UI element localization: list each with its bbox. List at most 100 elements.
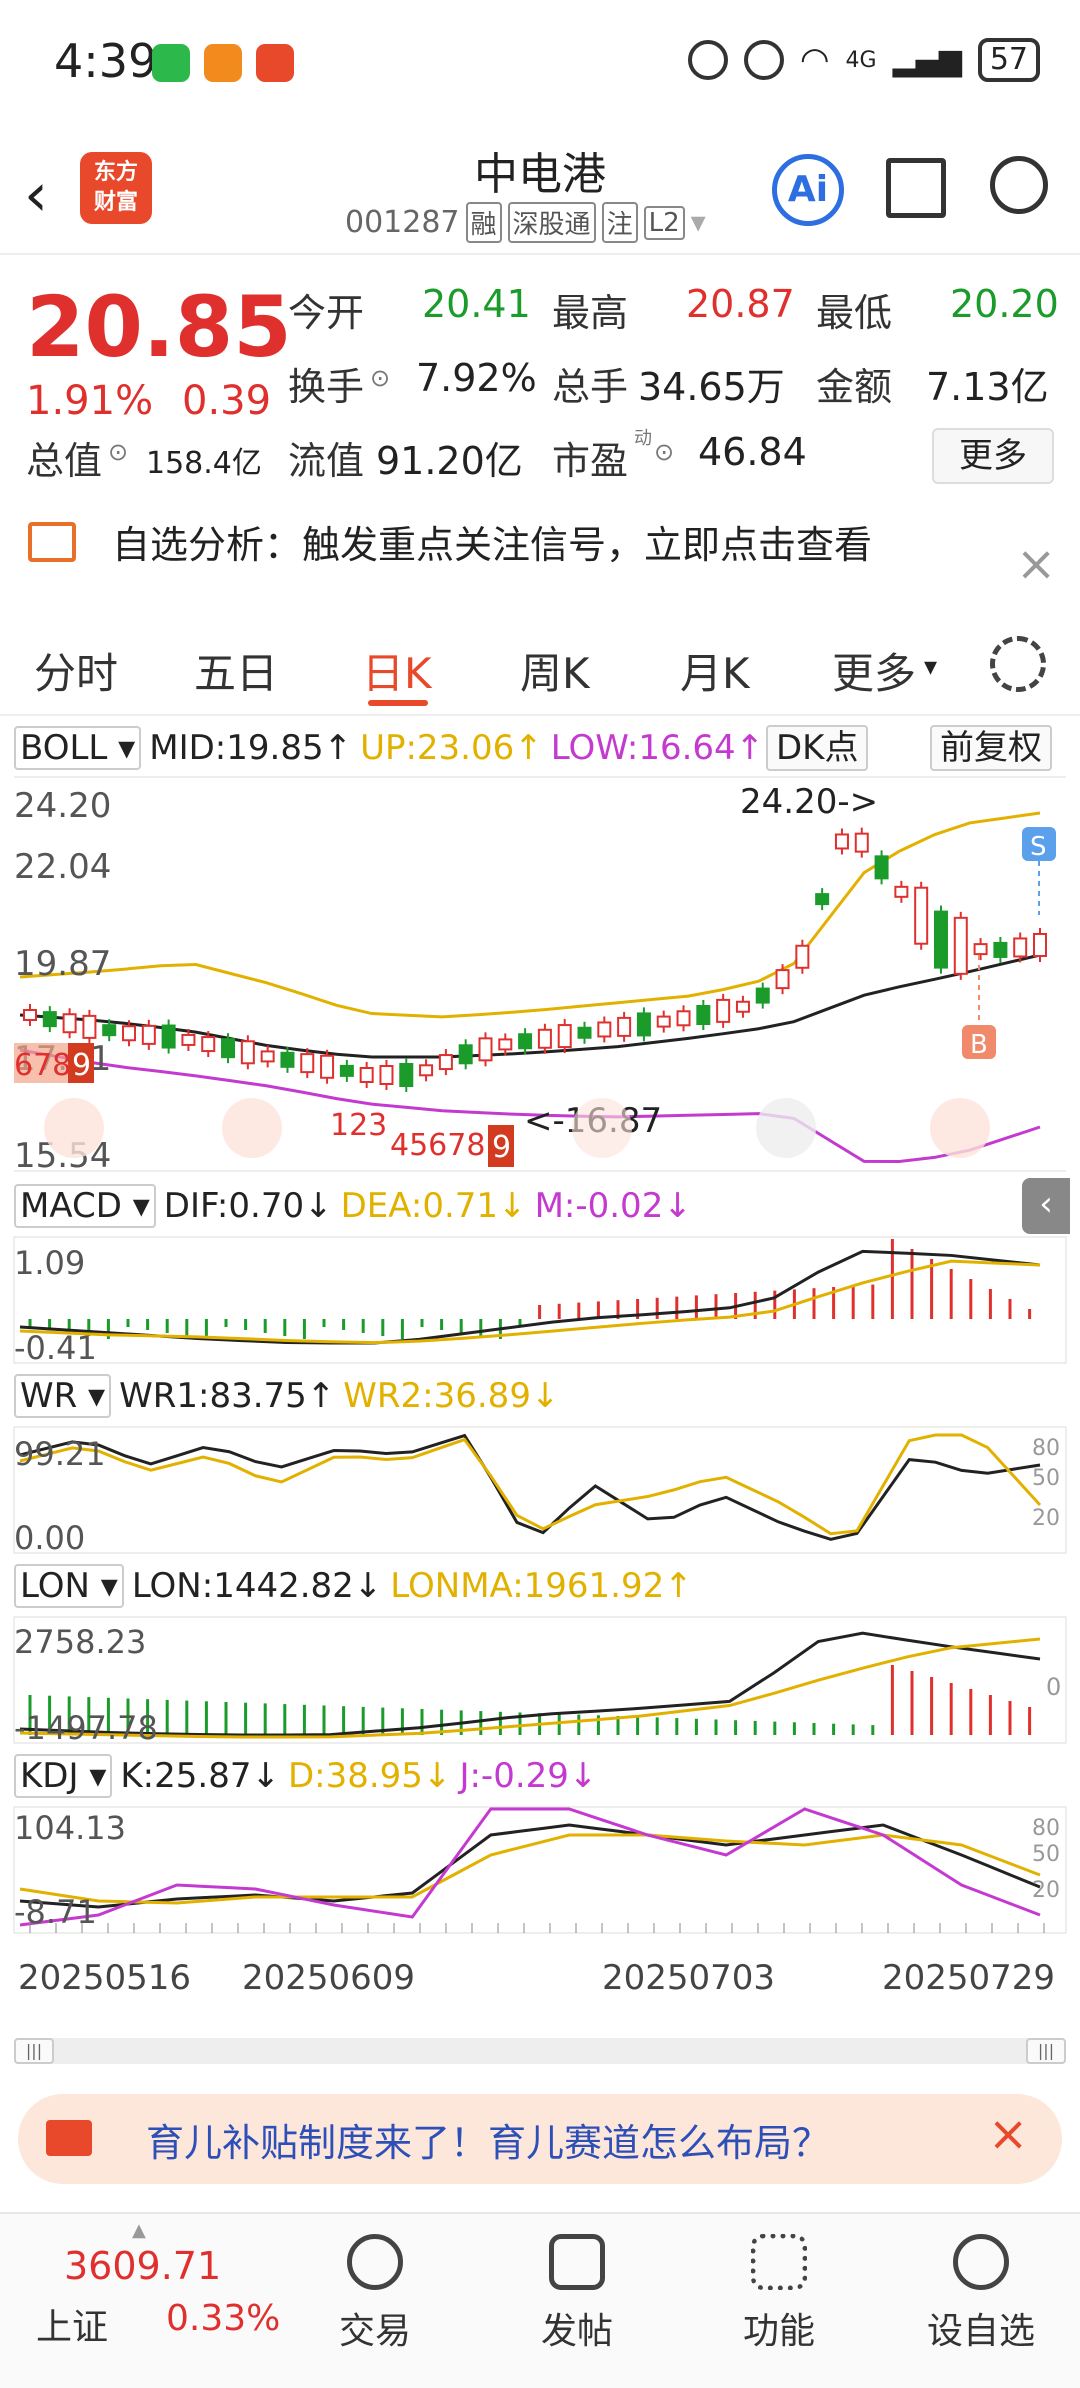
stock-header: ‹ 东方 财富 中电港 001287 融 深股通 注 L2 ▾ Ai — [0, 130, 1080, 255]
kdj-y-top: 104.13 — [14, 1809, 126, 1847]
candle-body — [260, 1050, 275, 1063]
close-icon[interactable]: × — [988, 2106, 1028, 2162]
candle-body — [775, 969, 790, 990]
signal-icon: ▂▄▆ — [892, 42, 962, 78]
macd-frame — [13, 1236, 1067, 1364]
high-value: 20.87 — [686, 282, 795, 326]
candle-body — [320, 1054, 335, 1079]
candle-body — [221, 1038, 236, 1059]
period-tabs: 分时 五日 日K 周K 月K 更多 ▾ — [0, 620, 1080, 716]
sell-signal-text: S — [1030, 832, 1047, 862]
tab-intraday[interactable]: 分时 — [34, 640, 118, 701]
y-label-1: 24.20 — [14, 786, 111, 826]
scroll-handle-left[interactable]: ||| — [14, 2038, 54, 2064]
chart-scrollbar[interactable]: ||| ||| — [14, 2038, 1066, 2064]
tab-five-day[interactable]: 五日 — [194, 640, 278, 701]
tab-monthly-k[interactable]: 月K — [680, 640, 750, 701]
candle-body — [656, 1015, 671, 1028]
wr1-line — [19, 1433, 1041, 1541]
info-icon[interactable]: ⊙ — [108, 438, 128, 466]
index-name[interactable]: 上证 — [36, 2298, 108, 2350]
info-icon[interactable]: ⊙ — [370, 364, 390, 392]
scroll-right-icon[interactable] — [756, 1098, 816, 1158]
date-label-3: 20250703 — [602, 1958, 776, 1998]
candle-body — [419, 1064, 434, 1077]
lon-name: LON — [20, 1566, 90, 1606]
candle-body — [518, 1033, 533, 1050]
tab-daily-k[interactable]: 日K — [362, 640, 432, 701]
zoom-out-icon[interactable] — [222, 1098, 282, 1158]
macd-selector[interactable]: MACD ▾ — [14, 1184, 156, 1228]
low-value: 20.20 — [950, 282, 1059, 326]
promo-text[interactable]: 育儿补贴制度来了！育儿赛道怎么布局？ — [146, 2112, 830, 2167]
adjust-button[interactable]: 前复权 — [930, 725, 1052, 771]
trade-icon — [347, 2234, 403, 2290]
macd-dif-line — [19, 1249, 1041, 1345]
chevron-down-icon[interactable]: ▾ — [691, 205, 706, 240]
scroll-left-fast-icon[interactable] — [44, 1098, 104, 1158]
lon-line — [19, 1631, 1041, 1737]
candle-body — [894, 885, 909, 898]
float-value: 91.20亿 — [376, 439, 523, 483]
kdj-y-bot: -8.71 — [14, 1893, 97, 1931]
expand-icon[interactable] — [930, 1098, 990, 1158]
nav-post-label: 发帖 — [540, 2311, 613, 2352]
td-seq-2: 123 — [330, 1108, 387, 1143]
share-icon[interactable] — [886, 158, 946, 218]
candle-body — [458, 1044, 473, 1065]
tag-level2: L2 — [643, 205, 685, 240]
analysis-banner[interactable]: 自选分析：触发重点关注信号，立即点击查看 × — [0, 508, 1080, 618]
more-quote-button[interactable]: 更多 — [932, 428, 1054, 484]
tab-more[interactable]: 更多 — [832, 640, 916, 701]
candle-body — [716, 998, 731, 1023]
nav-post[interactable]: 发帖 — [512, 2234, 642, 2354]
lon-selector[interactable]: LON ▾ — [14, 1564, 124, 1608]
stock-code-row[interactable]: 001287 融 深股通 注 L2 ▾ — [345, 202, 706, 243]
alarm-icon — [743, 40, 784, 80]
macd-m: M:-0.02↓ — [534, 1186, 692, 1226]
chevron-up-icon[interactable]: ▲ — [132, 2220, 146, 2241]
nav-functions[interactable]: 功能 — [714, 2234, 844, 2354]
boll-up: UP:23.06↑ — [360, 728, 543, 768]
nav-trade[interactable]: 交易 — [310, 2234, 440, 2354]
gear-icon[interactable] — [990, 636, 1046, 692]
index-value[interactable]: 3609.71 — [64, 2244, 221, 2288]
amount-value: 7.13亿 — [926, 365, 1049, 409]
collapse-panel-button[interactable]: ‹ — [1022, 1178, 1070, 1234]
candle-body — [379, 1065, 394, 1085]
close-icon[interactable]: × — [1016, 536, 1056, 592]
boll-selector[interactable]: BOLL ▾ — [14, 726, 142, 770]
candle-body — [557, 1024, 572, 1049]
lon-y-bot: -1497.78 — [14, 1709, 158, 1745]
kdj-selector[interactable]: KDJ ▾ — [14, 1754, 113, 1798]
tab-weekly-k[interactable]: 周K — [520, 640, 590, 701]
dk-points-button[interactable]: DK点 — [766, 725, 869, 771]
scroll-left-icon[interactable] — [572, 1098, 632, 1158]
megaphone-icon — [46, 2120, 92, 2156]
promo-banner[interactable]: 育儿补贴制度来了！育儿赛道怎么布局？ × — [18, 2094, 1062, 2184]
wr-selector[interactable]: WR ▾ — [14, 1374, 112, 1418]
scroll-handle-right[interactable]: ||| — [1026, 2038, 1066, 2064]
date-label-2: 20250609 — [242, 1958, 416, 1998]
info-icon[interactable]: ⊙ — [654, 438, 674, 466]
pe-value: 46.84 — [698, 430, 807, 474]
banner-text[interactable]: 自选分析：触发重点关注信号，立即点击查看 — [112, 514, 872, 569]
nav-watchlist[interactable]: 设自选 — [916, 2234, 1046, 2354]
td-seq-3: 45678 — [390, 1128, 485, 1163]
candle-body — [141, 1024, 156, 1045]
wr-legend: WR ▾ WR1:83.75↑ WR2:36.89↓ — [14, 1373, 559, 1419]
wr-y-bot: 0.00 — [14, 1519, 85, 1555]
candle-body — [993, 941, 1008, 958]
candle-body — [82, 1014, 97, 1039]
ai-button[interactable]: Ai — [772, 154, 844, 226]
chevron-down-icon[interactable]: ▾ — [924, 652, 937, 682]
candle-body — [240, 1040, 255, 1065]
candle-body — [973, 943, 988, 956]
search-icon[interactable] — [990, 156, 1048, 214]
wr-chart: 99.21 0.00 80 50 20 — [13, 1426, 1067, 1555]
volume-value: 34.65万 — [638, 365, 785, 409]
candle-body — [478, 1037, 493, 1062]
grid-icon — [751, 2234, 807, 2290]
candle-chart[interactable]: 24.20 22.04 19.87 17.71 15.54 24.20-> <-… — [0, 775, 1080, 1175]
index-change[interactable]: 0.33% — [166, 2298, 280, 2339]
